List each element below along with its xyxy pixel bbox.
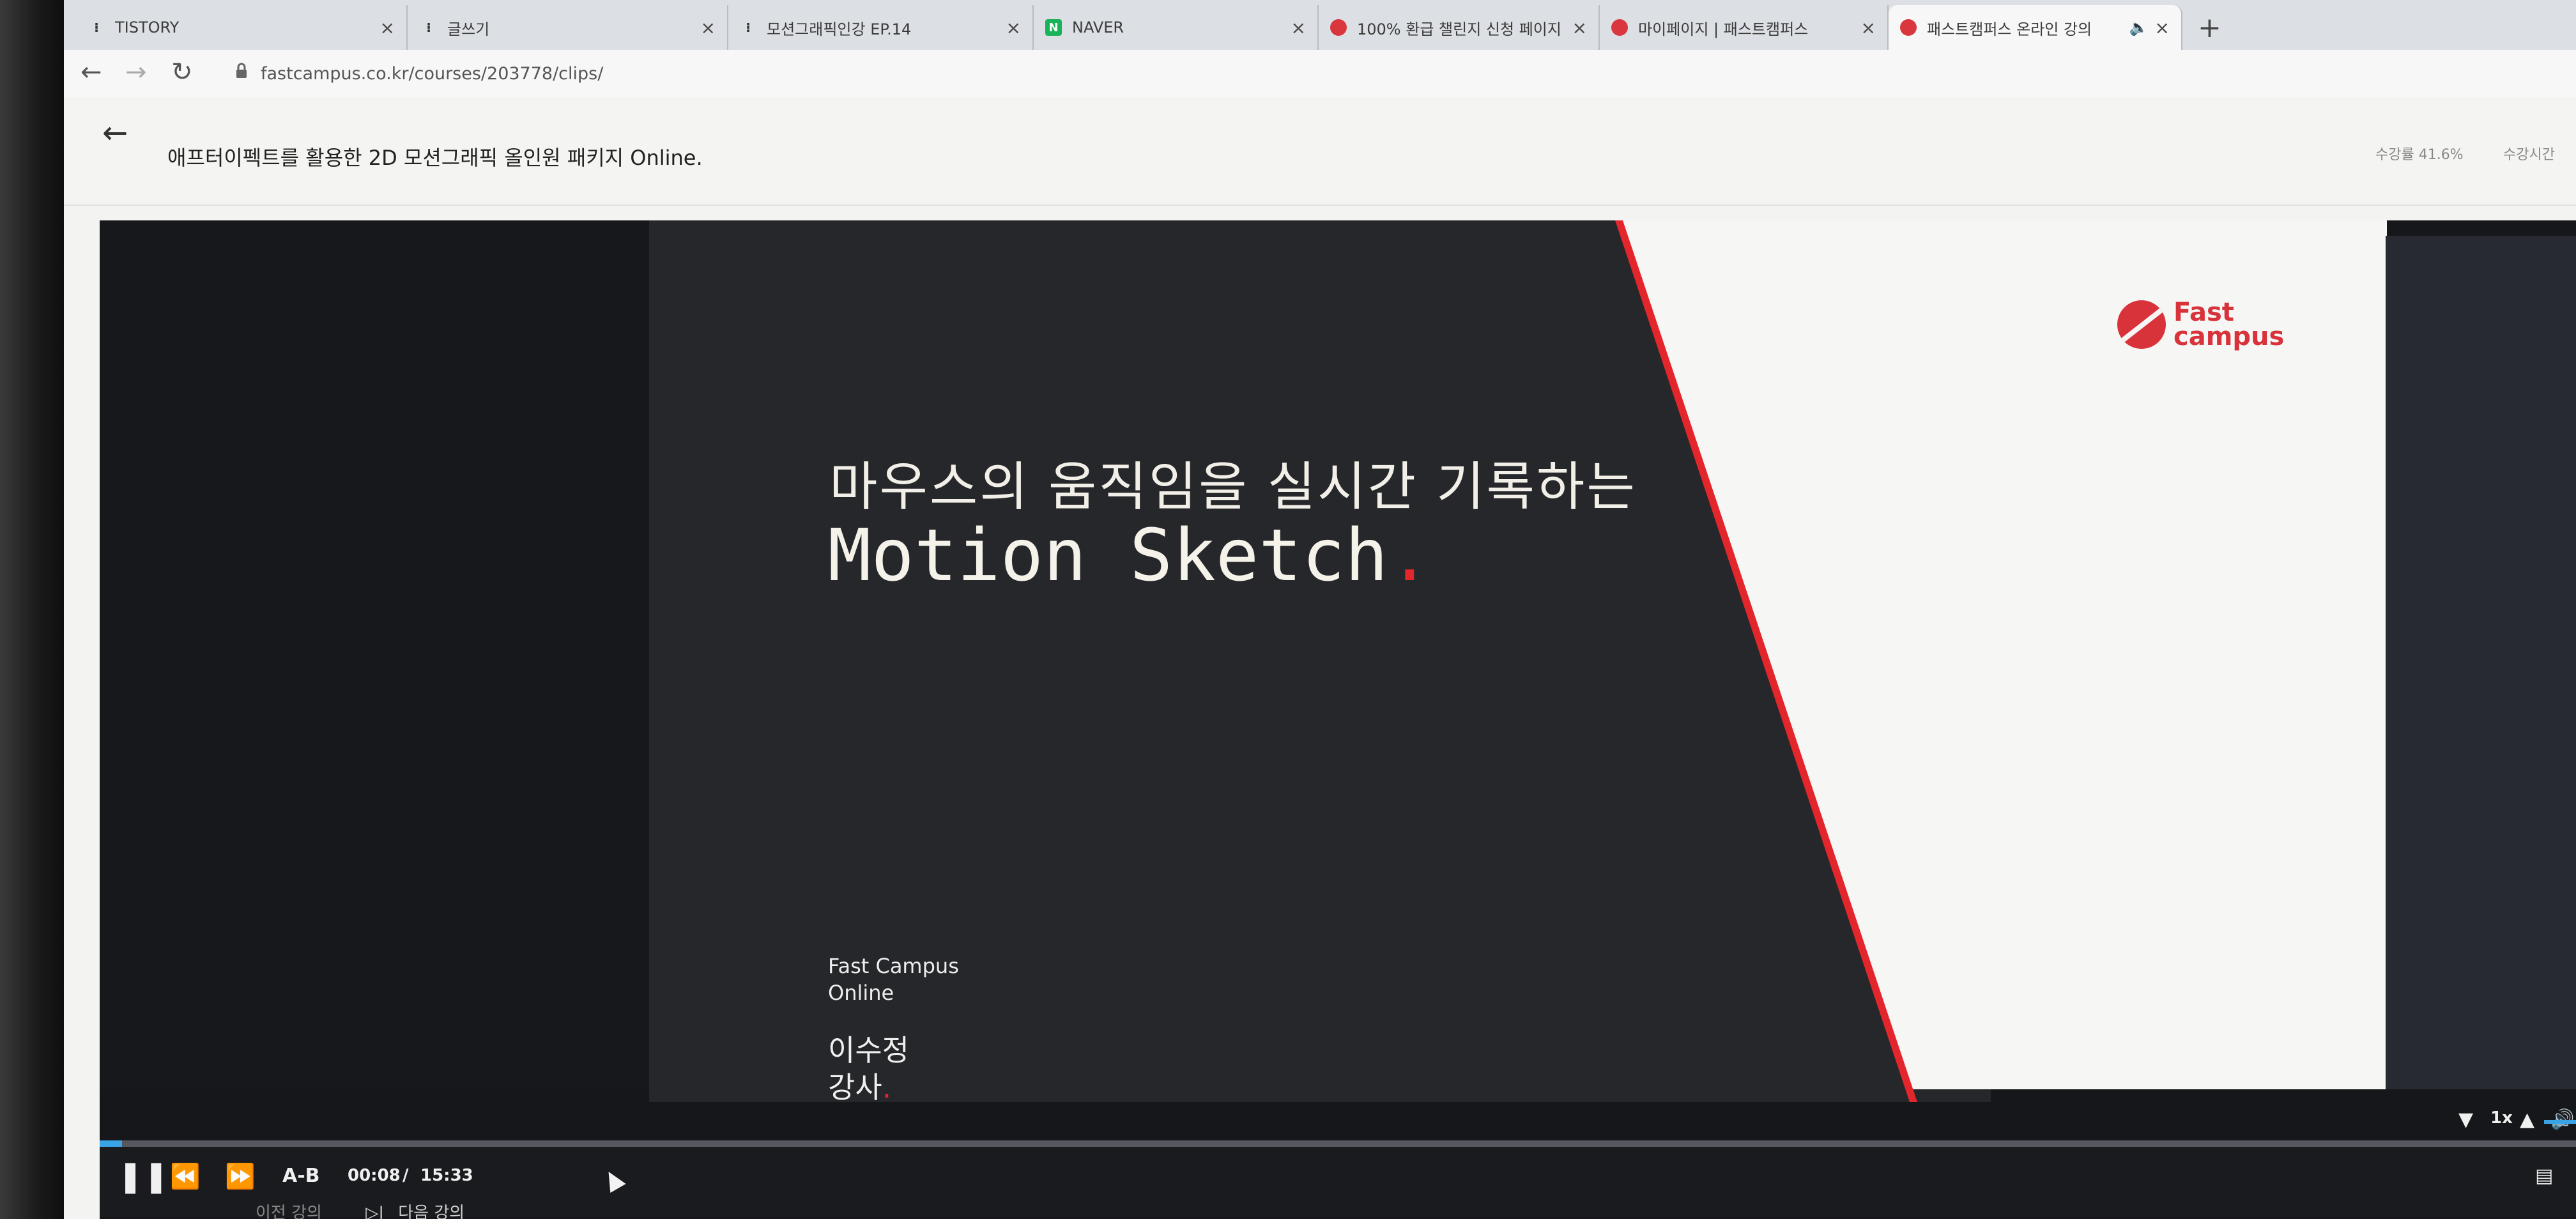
progress-label: 수강률 41.6% bbox=[2375, 147, 2464, 163]
playback-speed[interactable]: 1x bbox=[2490, 1108, 2513, 1128]
fast-forward-icon[interactable]: ⏩ bbox=[225, 1162, 255, 1191]
tab-write[interactable]: ⁝ 글쓰기 × bbox=[409, 5, 728, 50]
pause-icon[interactable]: ❚❚ bbox=[118, 1158, 169, 1194]
seek-bar[interactable] bbox=[100, 1140, 2576, 1147]
browser-window: ⁝ TISTORY × ⁝ 글쓰기 × ⁝ 모션그래픽인강 EP.14 × N … bbox=[64, 0, 2576, 1219]
player-controls: ❚❚ ⏪ ⏩ A-B 00:08 / 15:33 ▤ bbox=[100, 1147, 2576, 1217]
slide-headline-korean: 마우스의 움직임을 실시간 기록하는 bbox=[829, 457, 1637, 518]
video-player[interactable]: Fast campus 마우스의 움직임을 실시간 기록하는 Motion Sk… bbox=[100, 220, 2576, 1219]
prev-lecture-link[interactable]: 이전 강의 bbox=[256, 1204, 322, 1219]
rewind-icon[interactable]: ⏪ bbox=[170, 1162, 200, 1191]
next-lecture-icon[interactable]: ▷| bbox=[365, 1204, 384, 1219]
video-letterbox-right bbox=[2386, 236, 2576, 1089]
close-tab-icon[interactable]: × bbox=[1861, 17, 1876, 38]
tab-refund-challenge[interactable]: 100% 환급 챌린지 신청 페이지 × bbox=[1319, 5, 1600, 50]
tistory-icon: ⁝ bbox=[426, 20, 431, 35]
course-header: ← 애프터이펙트를 활용한 2D 모션그래픽 올인원 패키지 Online. 수… bbox=[64, 97, 2576, 206]
headline-dot: . bbox=[1388, 514, 1432, 597]
tab-title: 100% 환급 챌린지 신청 페이지 bbox=[1357, 20, 1561, 38]
tab-title: 모션그래픽인강 EP.14 bbox=[767, 20, 912, 38]
tistory-icon: ⁝ bbox=[746, 20, 751, 35]
forward-icon[interactable]: → bbox=[125, 57, 147, 87]
fastcampus-logo-icon bbox=[2117, 300, 2166, 349]
slide-headline-english: Motion Sketch. bbox=[828, 514, 1432, 597]
close-tab-icon[interactable]: × bbox=[380, 17, 395, 38]
slide-brand: Fast Campus Online bbox=[828, 954, 959, 1005]
close-tab-icon[interactable]: × bbox=[1006, 17, 1021, 38]
slide-instructor: 이수정 강사. bbox=[828, 1032, 909, 1106]
tab-title: TISTORY bbox=[115, 19, 180, 36]
subtitles-icon[interactable]: ▤ bbox=[2535, 1165, 2553, 1187]
speaker-icon[interactable]: 🔈 bbox=[2129, 19, 2149, 36]
fastcampus-icon bbox=[1611, 19, 1628, 36]
course-time-label: 수강시간 bbox=[2503, 147, 2555, 163]
close-tab-icon[interactable]: × bbox=[701, 17, 716, 38]
tab-title: 패스트캠퍼스 온라인 강의 bbox=[1927, 20, 2092, 38]
tab-motion-graphic-ep14[interactable]: ⁝ 모션그래픽인강 EP.14 × bbox=[728, 5, 1034, 50]
lock-icon[interactable] bbox=[235, 63, 248, 79]
tab-title: NAVER bbox=[1072, 19, 1124, 36]
monitor-bezel bbox=[0, 0, 64, 1219]
caret-up-icon[interactable]: ▲ bbox=[2520, 1108, 2534, 1131]
ab-repeat-button[interactable]: A-B bbox=[282, 1165, 320, 1187]
reload-icon[interactable]: ↻ bbox=[171, 57, 193, 87]
tab-fastcampus-online[interactable]: 패스트캠퍼스 온라인 강의 🔈 × bbox=[1889, 5, 2182, 50]
tab-tistory[interactable]: ⁝ TISTORY × bbox=[77, 5, 408, 50]
fastcampus-logo: Fast campus bbox=[2117, 300, 2284, 349]
duration: 15:33 bbox=[420, 1166, 473, 1185]
close-tab-icon[interactable]: × bbox=[1291, 17, 1306, 38]
tab-mypage[interactable]: 마이페이지 | 패스트캠퍼스 × bbox=[1600, 5, 1889, 50]
tab-strip: ⁝ TISTORY × ⁝ 글쓰기 × ⁝ 모션그래픽인강 EP.14 × N … bbox=[64, 0, 2576, 50]
back-arrow-icon[interactable]: ← bbox=[102, 115, 128, 151]
course-title: 애프터이펙트를 활용한 2D 모션그래픽 올인원 패키지 Online. bbox=[167, 146, 703, 170]
next-lecture-link[interactable]: 다음 강의 bbox=[398, 1204, 464, 1219]
close-tab-icon[interactable]: × bbox=[2155, 17, 2170, 38]
tab-title: 글쓰기 bbox=[447, 20, 490, 38]
volume-slider[interactable] bbox=[2544, 1120, 2576, 1124]
time-separator: / bbox=[402, 1166, 409, 1185]
caret-down-icon[interactable]: ▼ bbox=[2458, 1108, 2473, 1131]
back-icon[interactable]: ← bbox=[80, 57, 102, 87]
lecture-navigation: 이전 강의 ▷| 다음 강의 bbox=[256, 1200, 464, 1219]
fastcampus-icon bbox=[1900, 19, 1917, 36]
address-bar: ← → ↻ fastcampus.co.kr/courses/203778/cl… bbox=[64, 50, 2576, 98]
current-time: 00:08 bbox=[348, 1166, 401, 1185]
seek-bar-fill bbox=[100, 1140, 122, 1147]
video-letterbox-left bbox=[100, 220, 649, 1089]
tistory-icon: ⁝ bbox=[94, 20, 99, 35]
close-tab-icon[interactable]: × bbox=[1572, 17, 1587, 38]
fastcampus-logo-text: Fast campus bbox=[2174, 298, 2285, 351]
new-tab-button[interactable]: + bbox=[2198, 12, 2221, 44]
tab-naver[interactable]: N NAVER × bbox=[1034, 5, 1319, 50]
url-input[interactable]: fastcampus.co.kr/courses/203778/clips/ bbox=[261, 64, 603, 84]
naver-icon: N bbox=[1045, 19, 1062, 36]
fastcampus-icon bbox=[1330, 19, 1347, 36]
tab-title: 마이페이지 | 패스트캠퍼스 bbox=[1638, 20, 1809, 38]
instructor-title: 강사. bbox=[828, 1070, 892, 1105]
instructor-name: 이수정 bbox=[828, 1033, 909, 1068]
